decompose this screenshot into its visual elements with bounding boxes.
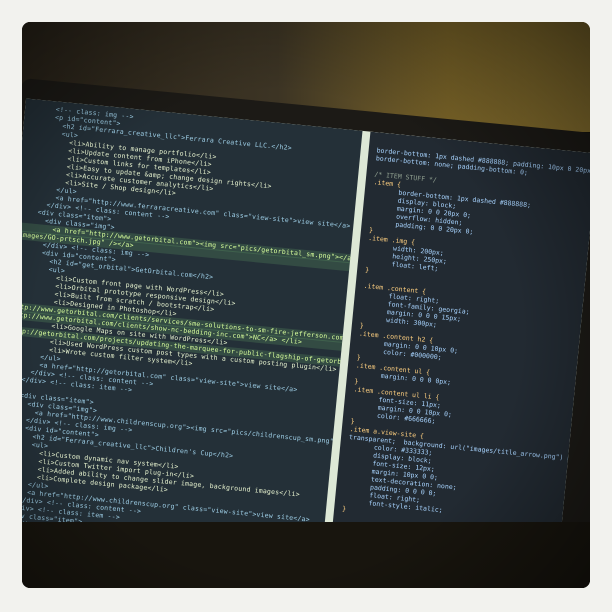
desk-shadow [22, 522, 590, 588]
css-editor-pane[interactable]: border-bottom: 1px dashed #888888; paddi… [328, 131, 590, 588]
monitor-screen: <!-- class: img --> <p id="content"> <h2… [22, 98, 590, 588]
photo-frame: <!-- class: img --> <p id="content"> <h2… [22, 22, 590, 588]
css-code-line: } [364, 265, 370, 275]
monitor-bezel: <!-- class: img --> <p id="content"> <h2… [22, 78, 590, 588]
css-code-line: } [341, 504, 347, 514]
html-editor-pane[interactable]: <!-- class: img --> <p id="content"> <h2… [22, 98, 363, 565]
